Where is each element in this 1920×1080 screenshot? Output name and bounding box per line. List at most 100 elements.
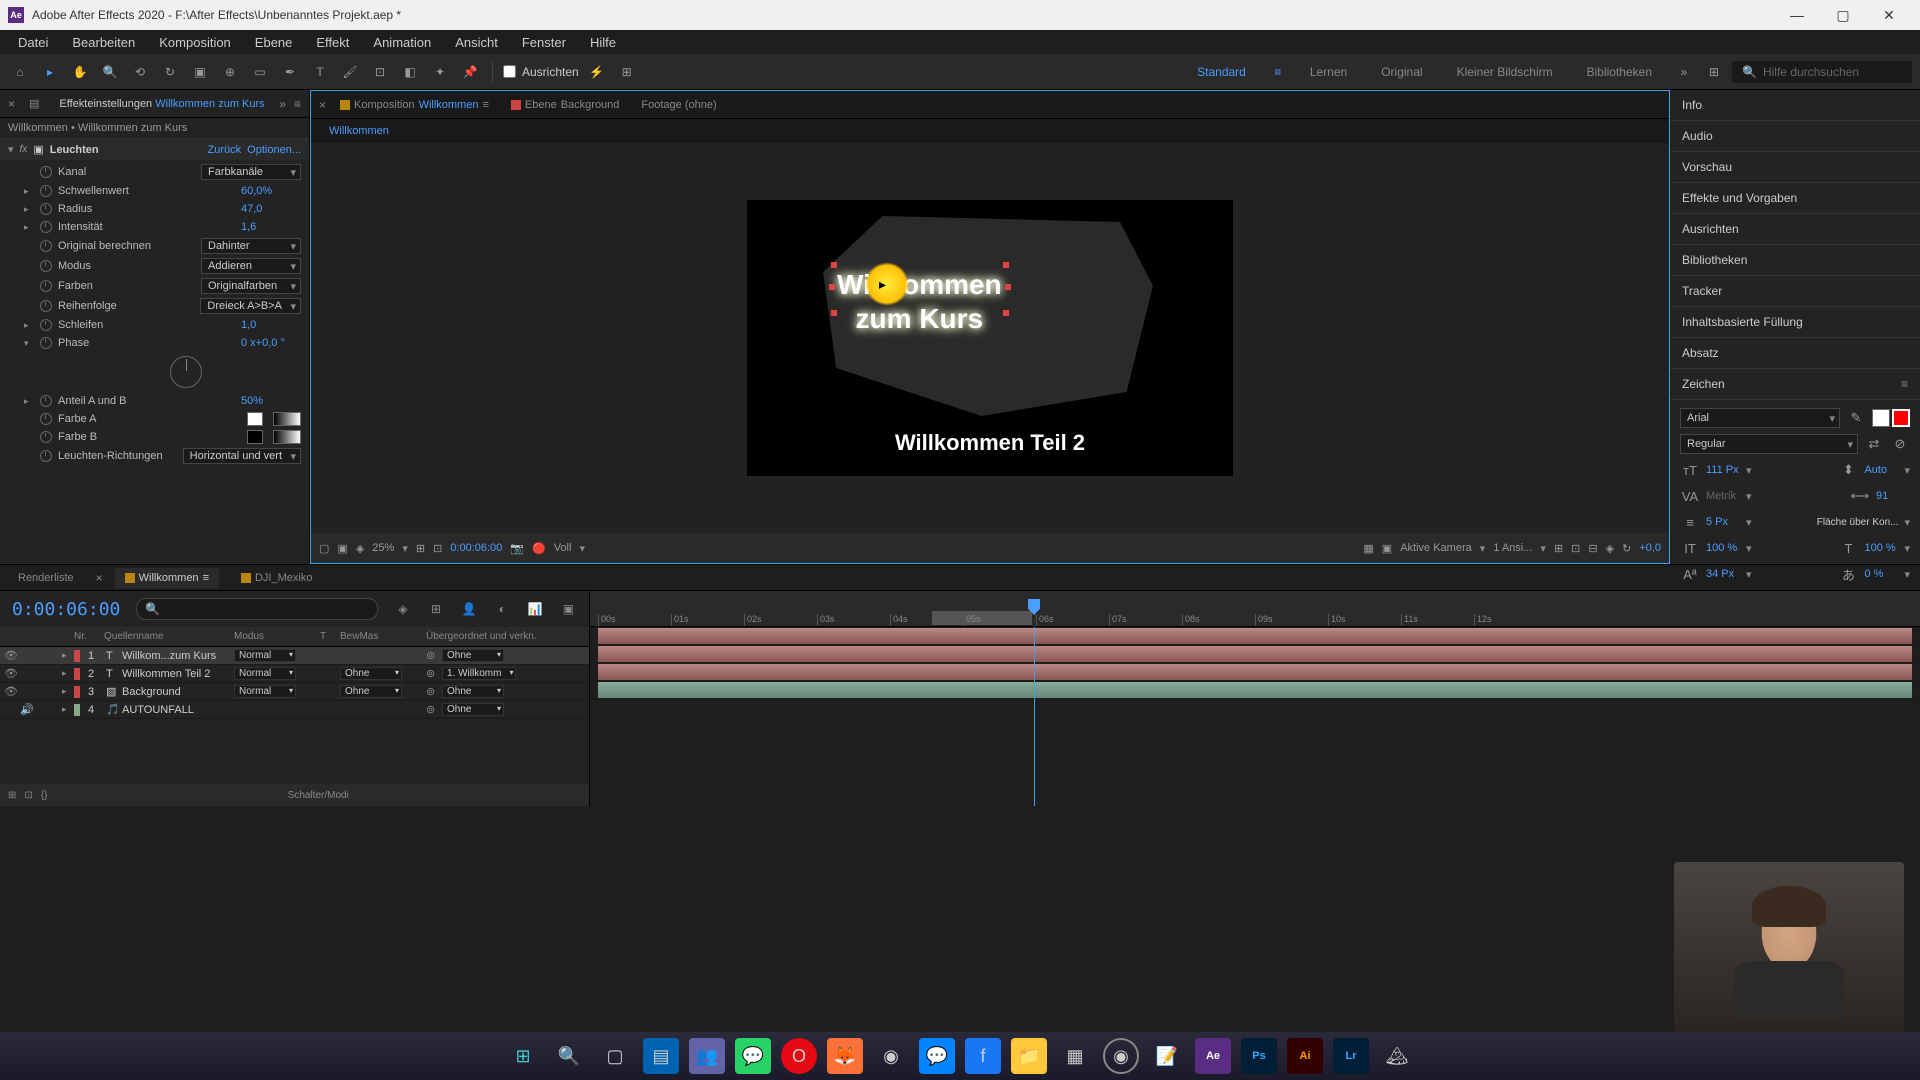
shape-tool-icon[interactable]: ▭ <box>248 60 272 84</box>
fx-icon[interactable]: fx <box>20 144 28 155</box>
graph-icon[interactable]: 📊 <box>527 599 544 619</box>
expand-icon[interactable]: ▸ <box>24 186 34 197</box>
selection-handle[interactable] <box>829 284 835 290</box>
timeline-track[interactable] <box>590 627 1920 645</box>
panel-close-icon[interactable]: × <box>8 97 15 111</box>
angle-dial[interactable] <box>170 356 202 388</box>
workspace-kleiner[interactable]: Kleiner Bildschirm <box>1443 65 1567 79</box>
parent-dropdown[interactable]: Ohne <box>442 685 504 698</box>
firefox-icon[interactable]: 🦊 <box>827 1038 863 1074</box>
expand-icon[interactable]: ▸ <box>24 320 34 331</box>
tracking-value[interactable]: 91 <box>1876 490 1910 502</box>
trackmat-dropdown[interactable]: Ohne <box>340 685 402 698</box>
layer-color-tag[interactable] <box>74 650 80 662</box>
fill-color-swatch[interactable] <box>1872 409 1890 427</box>
lightroom-icon[interactable]: Lr <box>1333 1038 1369 1074</box>
app-icon[interactable]: ▦ <box>1057 1038 1093 1074</box>
resolution-dropdown[interactable]: Voll <box>554 542 572 554</box>
panel-absatz[interactable]: Absatz <box>1670 338 1920 369</box>
grid-icon[interactable]: ⊡ <box>433 542 442 555</box>
brush-tool-icon[interactable]: 🖌 <box>338 60 362 84</box>
selection-handle[interactable] <box>1005 284 1011 290</box>
expand-icon[interactable]: ▸ <box>62 704 67 715</box>
viewer-timecode[interactable]: 0:00:06:00 <box>450 542 502 554</box>
notepad-icon[interactable]: 📝 <box>1149 1038 1185 1074</box>
views-dropdown[interactable]: 1 Ansi... <box>1493 542 1532 554</box>
layer-row[interactable]: 👁 ▸ 1 T Willkom...zum Kurs Normal ⊚ Ohne <box>0 647 589 665</box>
effect-collapse-icon[interactable]: ▾ <box>8 143 14 156</box>
draft3d-icon[interactable]: ⊞ <box>427 599 444 619</box>
current-timecode[interactable]: 0:00:06:00 <box>12 599 120 620</box>
parent-dropdown[interactable]: 1. Willkomm <box>442 667 516 680</box>
flowchart-icon[interactable]: ◈ <box>1606 542 1614 555</box>
layer-color-tag[interactable] <box>74 686 80 698</box>
panel-menu-icon[interactable]: ≡ <box>1901 377 1908 391</box>
snapping-icon[interactable]: ⚡ <box>585 60 609 84</box>
tab-dji[interactable]: DJI_Mexiko <box>231 568 322 588</box>
prop-schleifen-value[interactable]: 1,0 <box>241 319 301 331</box>
panel-tracker[interactable]: Tracker <box>1670 276 1920 307</box>
layer-bar[interactable] <box>598 682 1912 698</box>
mag-icon[interactable]: ▢ <box>319 542 329 555</box>
fontsize-value[interactable]: 111 Px <box>1706 464 1740 476</box>
effect-options-link[interactable]: Optionen... <box>247 144 301 156</box>
layer-color-tag[interactable] <box>74 704 80 716</box>
parent-dropdown[interactable]: Ohne <box>442 649 504 662</box>
messenger-icon[interactable]: 💬 <box>919 1038 955 1074</box>
eyedropper-icon[interactable]: ✎ <box>1846 408 1866 428</box>
expand-icon[interactable]: ▸ <box>62 650 67 661</box>
aftereffects-icon[interactable]: Ae <box>1195 1038 1231 1074</box>
exposure-value[interactable]: +0,0 <box>1639 542 1661 554</box>
panel-audio[interactable]: Audio <box>1670 121 1920 152</box>
stroke-value[interactable]: 5 Px <box>1706 516 1740 528</box>
search-icon[interactable]: 🔍 <box>551 1038 587 1074</box>
minimize-button[interactable]: — <box>1774 0 1820 30</box>
workspace-menu-icon[interactable]: ≡ <box>1266 60 1290 84</box>
composition-viewer[interactable]: Willkommen zum Kurs ▸ Willkommen Teil 2 <box>311 143 1669 533</box>
expand-icon[interactable]: ▸ <box>24 222 34 233</box>
channel-icon[interactable]: 🔴 <box>532 542 546 555</box>
panel-menu-icon[interactable]: ≡ <box>294 97 301 111</box>
collapse-icon[interactable]: ▾ <box>24 338 34 349</box>
maximize-button[interactable]: ▢ <box>1820 0 1866 30</box>
selection-handle[interactable] <box>831 310 837 316</box>
prop-reihenfolge-value[interactable]: Dreieck A>B>A <box>200 298 301 314</box>
layer-bar[interactable] <box>598 628 1912 644</box>
menu-effekt[interactable]: Effekt <box>306 33 359 52</box>
camera-tool-icon[interactable]: ▣ <box>188 60 212 84</box>
comp-breadcrumb[interactable]: Willkommen <box>323 123 395 139</box>
hand-tool-icon[interactable]: ✋ <box>68 60 92 84</box>
zoom-value[interactable]: 25% <box>372 542 394 554</box>
panel-overflow-icon[interactable]: » <box>279 97 286 111</box>
pen-tool-icon[interactable]: ✒ <box>278 60 302 84</box>
font-style-dropdown[interactable]: Regular <box>1680 434 1858 454</box>
swap-colors-icon[interactable]: ⇄ <box>1864 434 1884 454</box>
stroke-color-swatch[interactable] <box>1892 409 1910 427</box>
obs-icon[interactable]: ◉ <box>1103 1038 1139 1074</box>
comp-mini-flowchart-icon[interactable]: ◈ <box>394 599 411 619</box>
clone-tool-icon[interactable]: ⊡ <box>368 60 392 84</box>
parent-pickwhip-icon[interactable]: ⊚ <box>426 703 435 716</box>
puppet-tool-icon[interactable]: 📌 <box>458 60 482 84</box>
stopwatch-icon[interactable] <box>40 260 52 272</box>
vscale-value[interactable]: 100 % <box>1706 542 1740 554</box>
folder-icon[interactable]: 📁 <box>1011 1038 1047 1074</box>
menu-komposition[interactable]: Komposition <box>149 33 241 52</box>
blend-mode-dropdown[interactable]: Normal <box>234 649 296 662</box>
layer-row[interactable]: 👁 ▸ 2 T Willkommen Teil 2 Normal Ohne ⊚ … <box>0 665 589 683</box>
timeline-track[interactable] <box>590 681 1920 699</box>
layer-row[interactable]: 🔊 ▸ 4 🎵 AUTOUNFALL ⊚ Ohne <box>0 701 589 719</box>
menu-ansicht[interactable]: Ansicht <box>445 33 508 52</box>
expand-icon[interactable]: ▸ <box>62 668 67 679</box>
expand-icon[interactable]: ▸ <box>62 686 67 697</box>
stopwatch-icon[interactable] <box>40 203 52 215</box>
prop-original-value[interactable]: Dahinter <box>201 238 301 254</box>
illustrator-icon[interactable]: Ai <box>1287 1038 1323 1074</box>
switches-label[interactable]: Schalter/Modi <box>55 790 581 801</box>
nofill-icon[interactable]: ⊘ <box>1890 434 1910 454</box>
expand-icon[interactable]: ▸ <box>24 396 34 407</box>
prop-schwellenwert-value[interactable]: 60,0% <box>241 185 301 197</box>
parent-pickwhip-icon[interactable]: ⊚ <box>426 667 435 680</box>
close-button[interactable]: ✕ <box>1866 0 1912 30</box>
comp-tab-komposition[interactable]: Komposition Willkommen ≡ <box>332 95 497 115</box>
